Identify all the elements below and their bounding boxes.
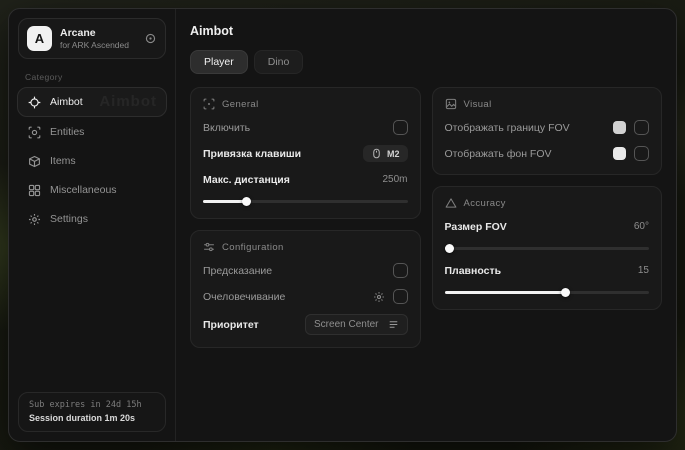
mouse-icon [371,148,382,159]
sidebar-item-label: Miscellaneous [50,184,117,196]
fov-size-label: Размер FOV [445,221,507,233]
crosshair-icon [28,96,41,109]
fov-background-row: Отображать фон FOV [445,145,650,162]
max-distance-slider[interactable] [203,196,408,206]
tab-player[interactable]: Player [190,50,248,74]
smoothness-label: Плавность [445,265,502,277]
page-title: Aimbot [190,24,662,38]
max-distance-label: Макс. дистанция [203,174,290,186]
aimbot-watermark: Aimbot [99,93,157,110]
enable-checkbox[interactable] [393,120,408,135]
panel-grid: General Включить Привязка клавиши [190,87,662,348]
general-panel: General Включить Привязка клавиши [190,87,421,219]
app-name: Arcane [60,27,129,40]
fov-border-checkbox[interactable] [634,120,649,135]
keybind-label: Привязка клавиши [203,148,301,160]
panel-title: General [222,99,259,110]
slider-knob[interactable] [561,288,570,297]
humanize-checkbox[interactable] [393,289,408,304]
humanize-label: Очеловечивание [203,291,285,303]
fov-border-label: Отображать границу FOV [445,122,570,134]
panel-title: Accuracy [464,198,506,209]
sidebar-spacer [9,233,175,383]
smoothness-row: Плавность 15 [445,262,650,279]
tab-dino[interactable]: Dino [254,50,304,74]
fov-background-checkbox[interactable] [634,146,649,161]
humanize-row: Очеловечивание [203,288,408,305]
fov-size-row: Размер FOV 60° [445,218,650,235]
sidebar-item-items[interactable]: Items [17,147,167,175]
right-column: Visual Отображать границу FOV Отображать… [432,87,663,310]
max-distance-row: Макс. дистанция 250m [203,171,408,188]
keybind-value: M2 [387,149,400,159]
fov-background-color-swatch[interactable] [613,147,626,160]
sidebar-item-label: Entities [50,126,84,138]
triangle-icon [445,197,457,209]
prediction-row: Предсказание [203,262,408,279]
left-column: General Включить Привязка клавиши [190,87,421,348]
keybind-row: Привязка клавиши M2 [203,145,408,162]
box-icon [28,155,41,168]
grid-icon [28,184,41,197]
smoothness-slider[interactable] [445,287,650,297]
tab-bar: Player Dino [190,50,662,74]
prediction-checkbox[interactable] [393,263,408,278]
fov-border-color-swatch[interactable] [613,121,626,134]
prediction-label: Предсказание [203,265,272,277]
app-logo: A [27,26,52,51]
target-dot-icon[interactable] [144,32,157,45]
app-subtitle: for ARK Ascended [60,40,129,51]
sidebar-item-label: Settings [50,213,88,225]
fov-size-slider[interactable] [445,243,650,253]
slider-knob[interactable] [242,197,251,206]
fov-size-value: 60° [634,221,649,232]
keybind-button[interactable]: M2 [363,145,408,162]
brand-card: A Arcane for ARK Ascended [18,18,166,59]
humanize-settings-gear-icon[interactable] [373,291,385,303]
accuracy-panel: Accuracy Размер FOV 60° Плавность 15 [432,186,663,310]
gear-icon [28,213,41,226]
entity-scan-icon [28,126,41,139]
max-distance-value: 250m [382,174,407,185]
sidebar-nav: Aimbot Aimbot Entities [17,87,167,233]
slider-knob[interactable] [445,244,454,253]
main-content: Aimbot Player Dino General [176,9,676,441]
sidebar-item-entities[interactable]: Entities [17,118,167,146]
priority-dropdown[interactable]: Screen Center [305,314,407,335]
image-icon [445,98,457,110]
focus-icon [203,98,215,110]
category-label: Category [25,72,159,82]
smoothness-value: 15 [638,265,649,276]
session-duration-text: Session duration 1m 20s [29,413,155,423]
session-card: Sub expires in 24d 15h Session duration … [18,392,166,432]
panel-title: Visual [464,99,492,110]
brand-text: Arcane for ARK Ascended [60,27,129,51]
fov-border-row: Отображать границу FOV [445,119,650,136]
sidebar: A Arcane for ARK Ascended Category [9,9,176,441]
sidebar-item-label: Aimbot [50,96,83,108]
list-icon [388,319,399,330]
fov-background-label: Отображать фон FOV [445,148,552,160]
sidebar-item-aimbot[interactable]: Aimbot Aimbot [17,87,167,117]
sidebar-item-miscellaneous[interactable]: Miscellaneous [17,176,167,204]
visual-panel: Visual Отображать границу FOV Отображать… [432,87,663,175]
app-window: A Arcane for ARK Ascended Category [8,8,677,442]
enable-row: Включить [203,119,408,136]
sidebar-item-label: Items [50,155,76,167]
configuration-panel: Configuration Предсказание Очеловечивани… [190,230,421,348]
priority-row: Приоритет Screen Center [203,314,408,335]
sliders-icon [203,241,215,253]
sidebar-item-settings[interactable]: Settings [17,205,167,233]
priority-value: Screen Center [314,319,378,330]
enable-label: Включить [203,122,250,134]
panel-title: Configuration [222,242,284,253]
priority-label: Приоритет [203,319,259,331]
sub-expires-text: Sub expires in 24d 15h [29,400,155,410]
